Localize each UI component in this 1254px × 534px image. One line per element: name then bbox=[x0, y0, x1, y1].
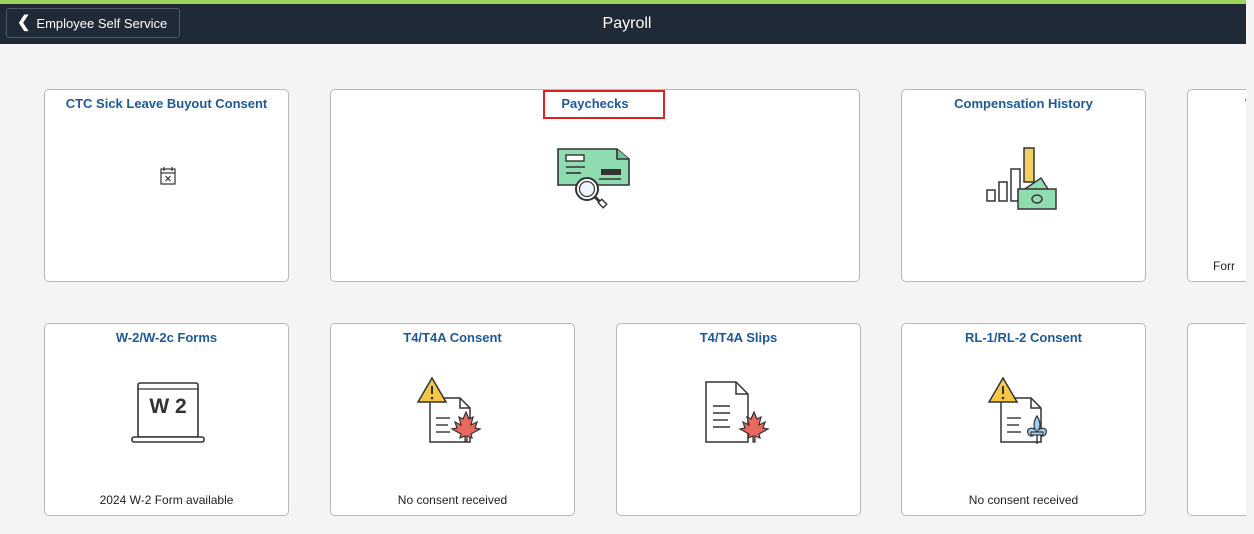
tile-w2-forms[interactable]: W-2/W-2c Forms W 2 2024 W-2 Form availab… bbox=[44, 323, 289, 516]
paycheck-search-icon bbox=[557, 148, 630, 209]
tile-title: W-2/W-2c Forms bbox=[115, 330, 218, 345]
tile-title: Compensation History bbox=[954, 96, 1093, 111]
tile-t4-slips[interactable]: T4/T4A Slips bbox=[616, 323, 861, 516]
tile-title: Paychecks bbox=[561, 96, 629, 111]
document-maple-icon bbox=[705, 381, 770, 443]
tile-partial-blank[interactable] bbox=[1187, 323, 1254, 516]
right-edge-strip bbox=[1246, 0, 1254, 534]
tile-rl-consent[interactable]: RL-1/RL-2 Consent No consent received bbox=[901, 323, 1146, 516]
warning-document-maple-icon bbox=[416, 376, 482, 443]
app-header: ❮ Employee Self Service Payroll bbox=[0, 4, 1254, 44]
tile-t4-consent[interactable]: T4/T4A Consent No consent received bbox=[330, 323, 575, 516]
warning-document-fleur-icon bbox=[987, 376, 1048, 444]
chevron-left-icon: ❮ bbox=[17, 14, 31, 31]
tile-partial-w[interactable]: W Forr bbox=[1187, 89, 1254, 282]
w2-laptop-icon: W 2 bbox=[130, 381, 206, 445]
tile-title: T4/T4A Consent bbox=[403, 330, 502, 345]
tile-compensation-history[interactable]: Compensation History bbox=[901, 89, 1146, 282]
tile-footer: No consent received bbox=[397, 493, 508, 507]
tile-paychecks[interactable]: Paychecks bbox=[330, 89, 860, 282]
tile-title: CTC Sick Leave Buyout Consent bbox=[65, 96, 268, 111]
tile-title: T4/T4A Slips bbox=[699, 330, 778, 345]
calendar-x-icon bbox=[160, 167, 176, 185]
tile-footer: 2024 W-2 Form available bbox=[99, 493, 234, 507]
back-button-label: Employee Self Service bbox=[36, 15, 168, 31]
tile-footer: No consent received bbox=[968, 493, 1079, 507]
tile-title: RL-1/RL-2 Consent bbox=[965, 330, 1082, 345]
back-button[interactable]: ❮ Employee Self Service bbox=[6, 8, 181, 38]
page-title: Payroll bbox=[602, 15, 652, 32]
bar-chart-money-icon bbox=[986, 147, 1057, 210]
tile-ctc-sick-leave[interactable]: CTC Sick Leave Buyout Consent bbox=[44, 89, 289, 282]
w2-icon-text: W 2 bbox=[149, 395, 187, 418]
